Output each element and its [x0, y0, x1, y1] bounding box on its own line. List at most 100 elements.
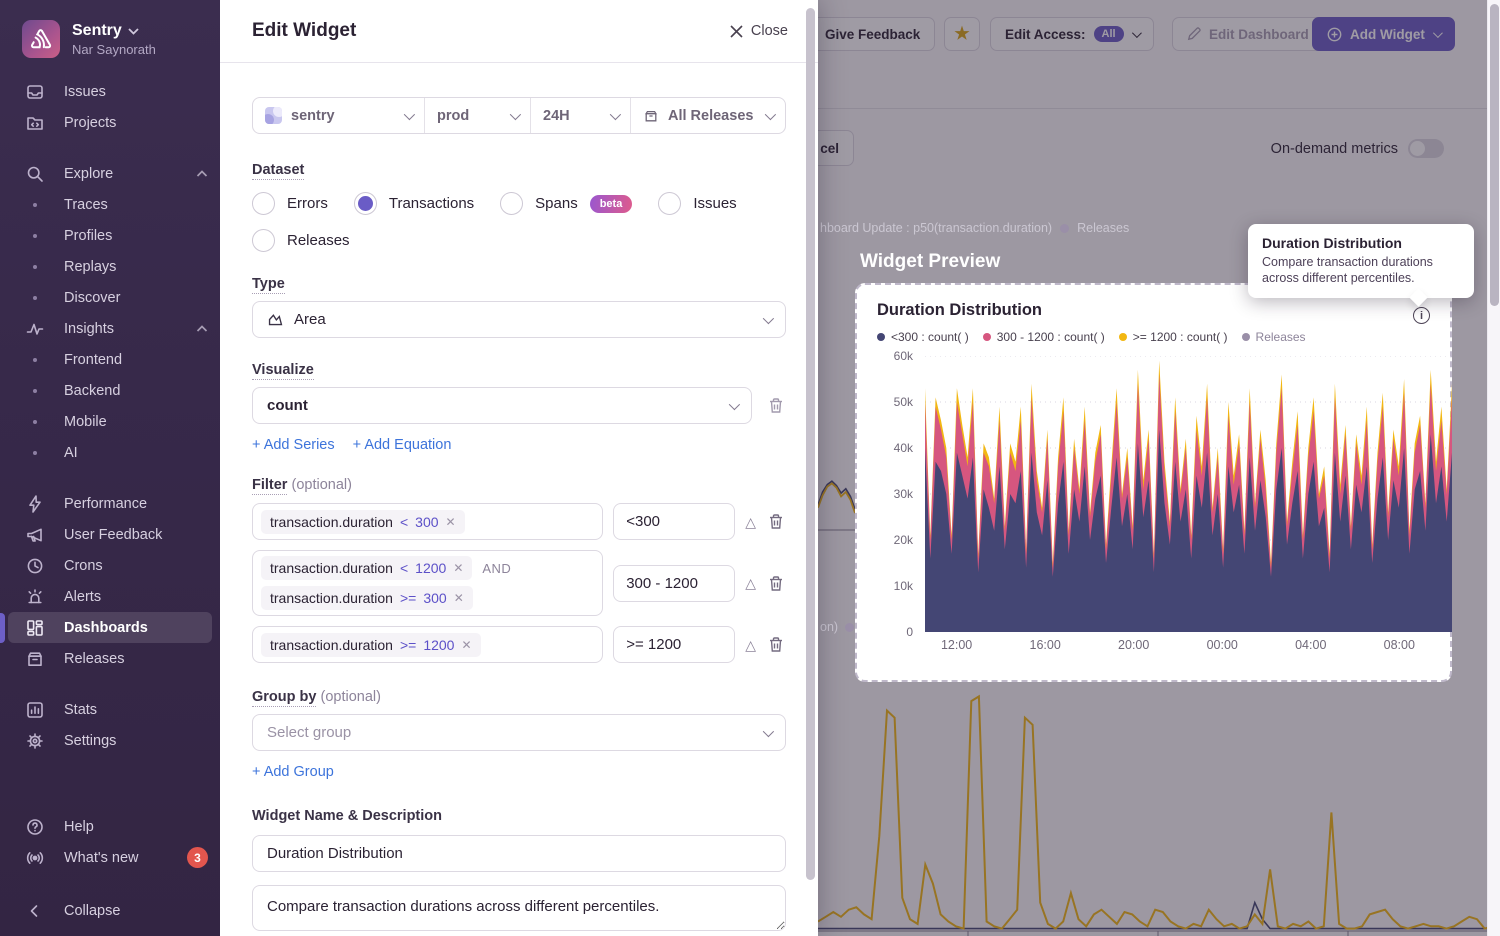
sidebar-item-help[interactable]: Help [0, 811, 220, 842]
filter-alias-input[interactable] [613, 626, 735, 663]
radio-unselected[interactable] [252, 192, 275, 215]
sidebar-item-mobile[interactable]: Mobile [0, 406, 220, 437]
legend-label: 300 - 1200 : count( ) [997, 330, 1105, 344]
sidebar-item-label: Frontend [64, 352, 122, 368]
y-tick-label: 10k [894, 579, 913, 593]
tooltip-title: Duration Distribution [1262, 235, 1460, 251]
radio-unselected[interactable] [500, 192, 523, 215]
type-select[interactable]: Area [252, 301, 786, 338]
delete-filter-button[interactable] [766, 573, 786, 593]
sidebar-item-user-feedback[interactable]: User Feedback [0, 519, 220, 550]
sidebar-item-projects[interactable]: Projects [0, 107, 220, 138]
project-filter[interactable]: sentry [253, 98, 425, 133]
chip-key: transaction.duration [270, 637, 393, 653]
collapse-icon [24, 900, 46, 922]
sidebar-item-backend[interactable]: Backend [0, 375, 220, 406]
sidebar-item-alerts[interactable]: Alerts [0, 581, 220, 612]
page-scrollbar[interactable] [1487, 0, 1500, 936]
sidebar-item-dashboards[interactable]: Dashboards [8, 612, 212, 643]
info-icon[interactable]: i [1413, 307, 1430, 324]
sidebar-item-issues[interactable]: Issues [0, 76, 220, 107]
filter-condition-input[interactable]: transaction.duration < 1200 ✕ANDtransact… [252, 550, 603, 616]
bullet-icon [24, 358, 46, 362]
add-series-link[interactable]: + Add Series [252, 437, 335, 453]
add-group-link[interactable]: + Add Group [252, 764, 334, 780]
sidebar-item-releases[interactable]: Releases [0, 643, 220, 674]
chip-remove-icon[interactable]: ✕ [461, 638, 471, 652]
stacked-area-chart [925, 356, 1452, 632]
dataset-option-spans[interactable]: Spansbeta [500, 192, 632, 215]
filter-alias-input[interactable] [613, 565, 735, 602]
sidebar-item-crons[interactable]: Crons [0, 550, 220, 581]
chip-remove-icon[interactable]: ✕ [453, 561, 463, 575]
legend-item[interactable]: Releases [1242, 330, 1306, 344]
add-equation-link[interactable]: + Add Equation [353, 437, 452, 453]
filter-condition-input[interactable]: transaction.duration < 300 ✕ [252, 503, 603, 540]
filter-chip[interactable]: transaction.duration < 1200 ✕ [261, 556, 472, 580]
panel-scrollbar[interactable] [806, 8, 815, 880]
sidebar-item-profiles[interactable]: Profiles [0, 220, 220, 251]
dashboards-icon [24, 617, 46, 639]
visualize-select[interactable]: count [252, 387, 752, 424]
radio-unselected[interactable] [252, 229, 275, 252]
legend-label: Releases [1256, 330, 1306, 344]
sidebar-item-ai[interactable]: AI [0, 437, 220, 468]
stats-icon [24, 699, 46, 721]
y-tick-label: 50k [894, 395, 913, 409]
chip-value: 300 [423, 590, 446, 606]
sidebar-item-what-s-new[interactable]: What's new3 [0, 842, 220, 873]
releases-icon [24, 648, 46, 670]
sidebar-item-label: Profiles [64, 228, 112, 244]
org-header[interactable]: Sentry Nar Saynorath [0, 0, 220, 72]
sidebar-item-insights[interactable]: Insights [0, 313, 220, 344]
radio-selected[interactable] [354, 192, 377, 215]
delete-visualize-button[interactable] [766, 396, 786, 416]
sidebar-item-replays[interactable]: Replays [0, 251, 220, 282]
dataset-option-issues[interactable]: Issues [658, 192, 736, 215]
filter-chip[interactable]: transaction.duration < 300 ✕ [261, 510, 465, 534]
date-range-filter[interactable]: 24H [531, 98, 631, 133]
radio-unselected[interactable] [658, 192, 681, 215]
legend-item[interactable]: >= 1200 : count( ) [1119, 330, 1228, 344]
sidebar-item-collapse[interactable]: Collapse [0, 895, 220, 926]
sidebar-item-frontend[interactable]: Frontend [0, 344, 220, 375]
dataset-option-transactions[interactable]: Transactions [354, 192, 474, 215]
sidebar-item-label: Dashboards [64, 620, 148, 636]
help-icon [24, 816, 46, 838]
close-button[interactable]: Close [730, 23, 788, 39]
active-indicator [0, 613, 5, 643]
dataset-option-releases[interactable]: Releases [252, 229, 350, 252]
chevron-down-icon [404, 108, 415, 119]
group-by-select[interactable]: Select group [252, 714, 786, 751]
release-filter[interactable]: All Releases [631, 98, 785, 133]
sidebar-item-discover[interactable]: Discover [0, 282, 220, 313]
delete-filter-button[interactable] [766, 635, 786, 655]
widget-name-input[interactable] [252, 835, 786, 872]
chip-remove-icon[interactable]: ✕ [454, 591, 464, 605]
environment-filter[interactable]: prod [425, 98, 531, 133]
filter-alias-input[interactable] [613, 503, 735, 540]
filter-chip[interactable]: transaction.duration >= 1200 ✕ [261, 633, 481, 657]
chip-remove-icon[interactable]: ✕ [446, 515, 456, 529]
legend-item[interactable]: <300 : count( ) [877, 330, 969, 344]
sidebar-item-settings[interactable]: Settings [0, 725, 220, 756]
sidebar-item-stats[interactable]: Stats [0, 694, 220, 725]
sidebar-item-explore[interactable]: Explore [0, 158, 220, 189]
widget-description-input[interactable]: Compare transaction durations across dif… [252, 885, 786, 931]
filter-condition-input[interactable]: transaction.duration >= 1200 ✕ [252, 626, 603, 663]
release-box-icon [643, 108, 659, 124]
sidebar-item-traces[interactable]: Traces [0, 189, 220, 220]
delete-filter-button[interactable] [766, 512, 786, 532]
sidebar-item-label: Insights [64, 321, 114, 337]
bullet-icon [24, 265, 46, 269]
filter-chip[interactable]: transaction.duration >= 300 ✕ [261, 586, 473, 610]
chevron-down-icon [128, 27, 139, 35]
bullet-icon [24, 234, 46, 238]
page-scrollbar-thumb[interactable] [1490, 4, 1499, 306]
sidebar-item-performance[interactable]: Performance [0, 488, 220, 519]
chevron-down-icon [763, 725, 774, 736]
siren-icon [24, 586, 46, 608]
legend-item[interactable]: 300 - 1200 : count( ) [983, 330, 1105, 344]
y-tick-label: 20k [894, 533, 913, 547]
dataset-option-errors[interactable]: Errors [252, 192, 328, 215]
